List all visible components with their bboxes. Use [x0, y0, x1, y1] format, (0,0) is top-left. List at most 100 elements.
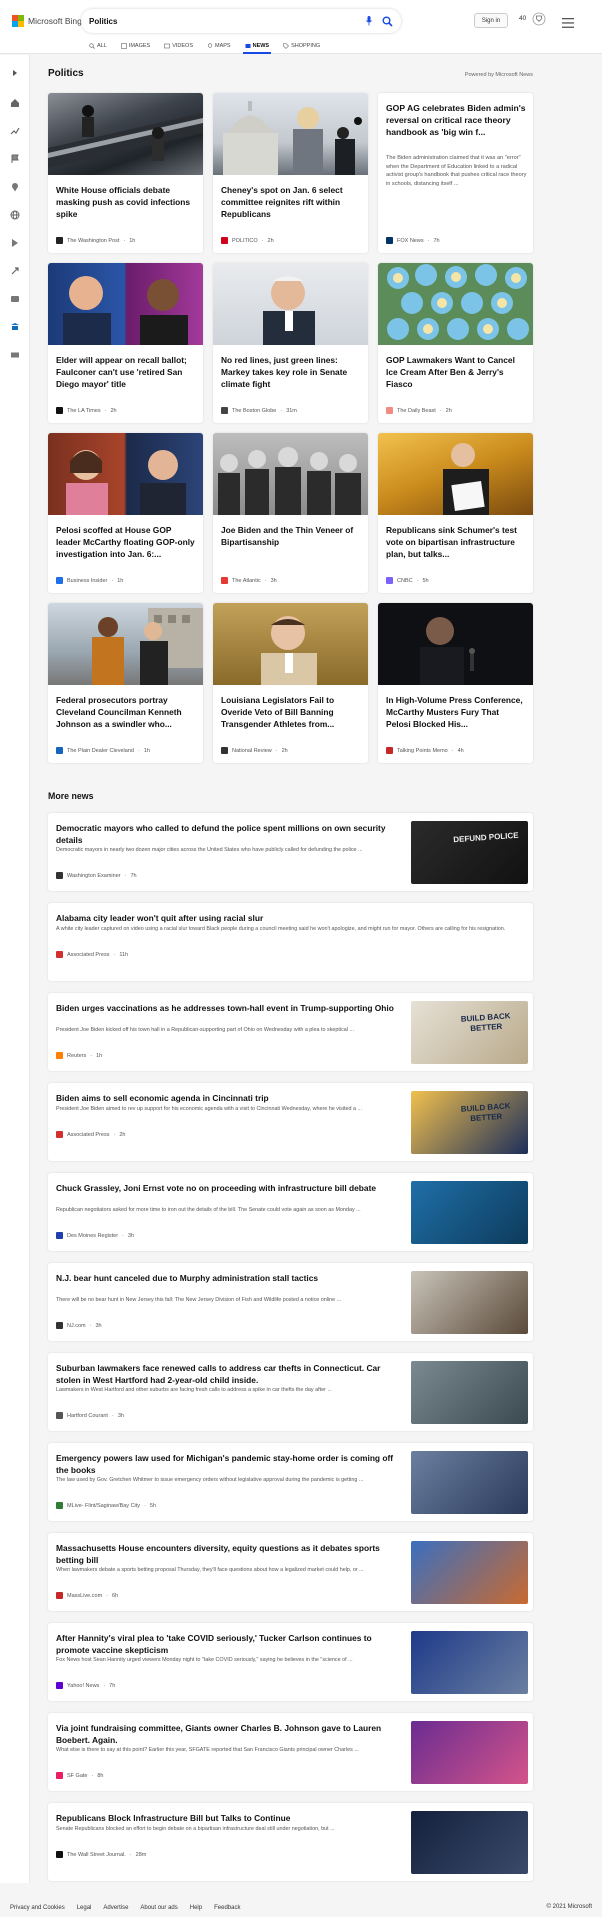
- news-list-item[interactable]: Massachusetts House encounters diversity…: [48, 1533, 533, 1611]
- footer-link[interactable]: About our ads: [140, 1905, 177, 1911]
- news-item-title[interactable]: Emergency powers law used for Michigan's…: [56, 1452, 406, 1476]
- news-card-title[interactable]: No red lines, just green lines: Markey t…: [221, 354, 361, 390]
- news-item-title[interactable]: Massachusetts House encounters diversity…: [56, 1542, 406, 1566]
- news-list-item[interactable]: Alabama city leader won't quit after usi…: [48, 903, 533, 981]
- news-card-title[interactable]: Pelosi scoffed at House GOP leader McCar…: [56, 524, 196, 560]
- news-card-title[interactable]: GOP AG celebrates Biden admin's reversal…: [386, 102, 526, 138]
- news-list-item[interactable]: N.J. bear hunt canceled due to Murphy ad…: [48, 1263, 533, 1341]
- tab-shopping[interactable]: SHOPPING: [276, 38, 327, 54]
- footer-link[interactable]: Advertise: [103, 1905, 128, 1911]
- news-item-title[interactable]: Republicans Block Infrastructure Bill bu…: [56, 1812, 406, 1824]
- powered-by[interactable]: Powered by Microsoft News: [465, 72, 533, 78]
- location-icon[interactable]: [9, 181, 21, 193]
- entertainment-icon[interactable]: [9, 237, 21, 249]
- news-card[interactable]: Pelosi scoffed at House GOP leader McCar…: [48, 433, 203, 593]
- news-card[interactable]: Elder will appear on recall ballot; Faul…: [48, 263, 203, 423]
- news-list-item[interactable]: Republicans Block Infrastructure Bill bu…: [48, 1803, 533, 1881]
- news-list-item[interactable]: Via joint fundraising committee, Giants …: [48, 1713, 533, 1791]
- tab-videos[interactable]: VIDEOS: [157, 38, 200, 54]
- news-item-thumbnail[interactable]: [411, 1811, 528, 1874]
- rewards-points[interactable]: 40: [519, 15, 526, 22]
- news-list-item[interactable]: Democratic mayors who called to defund t…: [48, 813, 533, 891]
- news-item-thumbnail[interactable]: [411, 1631, 528, 1694]
- news-card-title[interactable]: Louisiana Legislators Fail to Overide Ve…: [221, 694, 361, 730]
- news-card[interactable]: GOP Lawmakers Want to Cancel Ice Cream A…: [378, 263, 533, 423]
- search-input[interactable]: Politics: [89, 17, 364, 26]
- news-card-title[interactable]: Elder will appear on recall ballot; Faul…: [56, 354, 196, 390]
- news-item-title[interactable]: N.J. bear hunt canceled due to Murphy ad…: [56, 1272, 406, 1284]
- news-card-title[interactable]: Cheney's spot on Jan. 6 select committee…: [221, 184, 361, 220]
- news-item-thumbnail[interactable]: [411, 1271, 528, 1334]
- news-card-snippet: The Biden administration claimed that it…: [386, 155, 527, 188]
- news-list-item[interactable]: After Hannity's viral plea to 'take COVI…: [48, 1623, 533, 1701]
- news-item-title[interactable]: Via joint fundraising committee, Giants …: [56, 1722, 406, 1746]
- news-item-thumbnail[interactable]: [411, 1721, 528, 1784]
- news-item-title[interactable]: Biden aims to sell economic agenda in Ci…: [56, 1092, 406, 1104]
- tab-all[interactable]: ALL: [82, 38, 114, 54]
- news-item-title[interactable]: Suburban lawmakers face renewed calls to…: [56, 1362, 406, 1386]
- news-item-thumbnail[interactable]: BUILD BACK BETTER: [411, 1001, 528, 1064]
- search-icon[interactable]: [382, 16, 393, 27]
- politics-icon[interactable]: [9, 321, 21, 333]
- news-card[interactable]: Joe Biden and the Thin Veneer of Biparti…: [213, 433, 368, 593]
- news-list-item[interactable]: Biden urges vaccinations as he addresses…: [48, 993, 533, 1071]
- footer-link[interactable]: Legal: [77, 1905, 92, 1911]
- news-card-text[interactable]: GOP AG celebrates Biden admin's reversal…: [378, 93, 533, 253]
- expand-chevron-icon[interactable]: [9, 67, 21, 79]
- flag-icon[interactable]: [9, 153, 21, 165]
- tab-news[interactable]: NEWS: [238, 38, 277, 54]
- tab-images[interactable]: IMAGES: [114, 38, 157, 54]
- news-card[interactable]: Republicans sink Schumer's test vote on …: [378, 433, 533, 593]
- search-box[interactable]: Politics: [81, 9, 401, 33]
- news-item-thumbnail[interactable]: [411, 1181, 528, 1244]
- news-item-thumbnail[interactable]: [411, 1541, 528, 1604]
- news-card-title[interactable]: Joe Biden and the Thin Veneer of Biparti…: [221, 524, 361, 548]
- science-icon[interactable]: [9, 265, 21, 277]
- news-item-thumbnail[interactable]: [411, 1451, 528, 1514]
- news-item-title[interactable]: Biden urges vaccinations as he addresses…: [56, 1002, 406, 1014]
- news-list-item[interactable]: Chuck Grassley, Joni Ernst vote no on pr…: [48, 1173, 533, 1251]
- news-list-item[interactable]: Emergency powers law used for Michigan's…: [48, 1443, 533, 1521]
- news-card[interactable]: Louisiana Legislators Fail to Overide Ve…: [213, 603, 368, 763]
- news-item-source: Associated Press · 2h: [56, 1131, 125, 1138]
- news-card-title[interactable]: In High-Volume Press Conference, McCarth…: [386, 694, 526, 730]
- news-card-title[interactable]: White House officials debate masking pus…: [56, 184, 196, 220]
- footer-link[interactable]: Feedback: [214, 1905, 240, 1911]
- source-favicon-icon: [56, 872, 63, 879]
- menu-icon[interactable]: [562, 15, 574, 28]
- news-card[interactable]: Federal prosecutors portray Cleveland Co…: [48, 603, 203, 763]
- news-item-thumbnail[interactable]: DEFUND POLICE: [411, 821, 528, 884]
- footer-link[interactable]: Privacy and Cookies: [10, 1905, 65, 1911]
- trending-icon[interactable]: [9, 125, 21, 137]
- news-item-source: Des Moines Register · 3h: [56, 1232, 134, 1239]
- news-card[interactable]: Cheney's spot on Jan. 6 select committee…: [213, 93, 368, 253]
- footer-link[interactable]: Help: [190, 1905, 202, 1911]
- news-card-image: [48, 433, 203, 515]
- source-age: 1h: [117, 577, 124, 584]
- microphone-icon[interactable]: [364, 15, 374, 27]
- money-icon[interactable]: [9, 349, 21, 361]
- news-list-item[interactable]: Suburban lawmakers face renewed calls to…: [48, 1353, 533, 1431]
- news-item-thumbnail[interactable]: BUILD BACK BETTER: [411, 1091, 528, 1154]
- tv-icon[interactable]: [9, 293, 21, 305]
- news-item-title[interactable]: Alabama city leader won't quit after usi…: [56, 912, 525, 924]
- news-card-title[interactable]: GOP Lawmakers Want to Cancel Ice Cream A…: [386, 354, 526, 390]
- news-card[interactable]: No red lines, just green lines: Markey t…: [213, 263, 368, 423]
- news-card-title[interactable]: Republicans sink Schumer's test vote on …: [386, 524, 526, 560]
- source-age: 5h: [149, 1502, 157, 1509]
- tab-maps[interactable]: MAPS: [200, 38, 238, 54]
- news-item-thumbnail[interactable]: [411, 1361, 528, 1424]
- news-card[interactable]: In High-Volume Press Conference, McCarth…: [378, 603, 533, 763]
- bing-logo[interactable]: Microsoft Bing: [12, 14, 82, 28]
- news-list-item[interactable]: Biden aims to sell economic agenda in Ci…: [48, 1083, 533, 1161]
- news-item-title[interactable]: Democratic mayors who called to defund t…: [56, 822, 406, 846]
- home-icon[interactable]: [9, 97, 21, 109]
- news-item-title[interactable]: Chuck Grassley, Joni Ernst vote no on pr…: [56, 1182, 406, 1194]
- source-favicon-icon: [221, 577, 228, 584]
- news-card-title[interactable]: Federal prosecutors portray Cleveland Co…: [56, 694, 196, 730]
- news-card[interactable]: White House officials debate masking pus…: [48, 93, 203, 253]
- news-item-title[interactable]: After Hannity's viral plea to 'take COVI…: [56, 1632, 406, 1656]
- rewards-trophy-icon[interactable]: [532, 12, 546, 26]
- globe-icon[interactable]: [9, 209, 21, 221]
- sign-in-button[interactable]: Sign in: [474, 13, 508, 28]
